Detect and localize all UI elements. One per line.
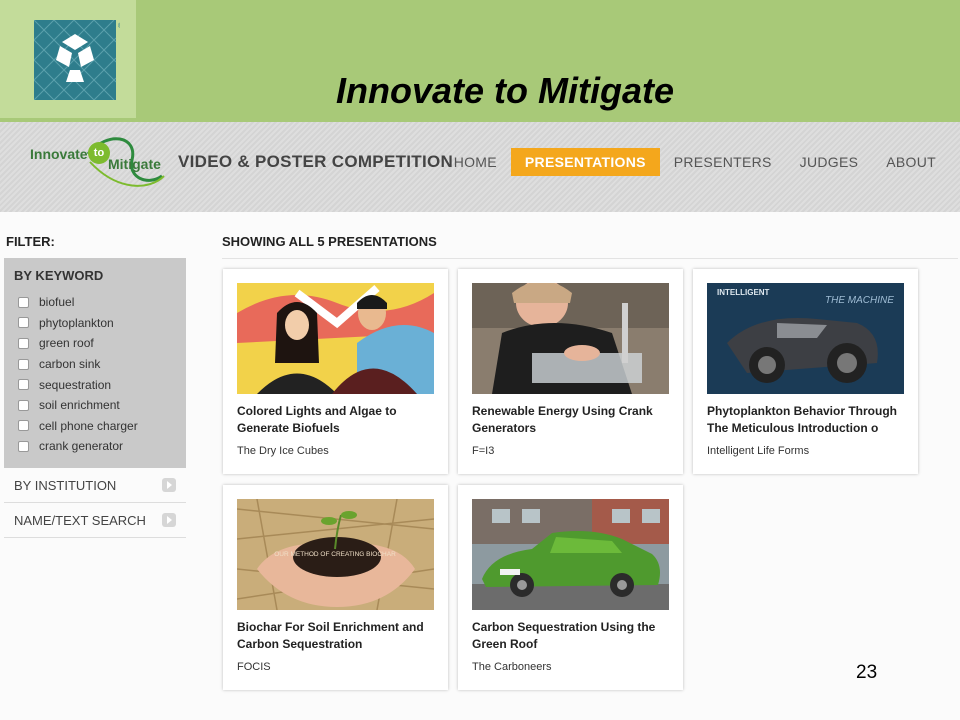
brand-innovate-text: Innovate — [30, 146, 88, 162]
main-nav: HOME PRESENTATIONS PRESENTERS JUDGES ABO… — [440, 148, 950, 176]
keyword-filter-panel: BY KEYWORD biofuel phytoplankton green r… — [4, 258, 186, 468]
page-content: FILTER: BY KEYWORD biofuel phytoplankton… — [0, 212, 960, 720]
keyword-filter-title: BY KEYWORD — [14, 268, 104, 283]
card-team: FOCIS — [237, 661, 271, 673]
keyword-item[interactable]: green roof — [18, 333, 138, 354]
keyword-item[interactable]: soil enrichment — [18, 395, 138, 416]
card-team: The Dry Ice Cubes — [237, 445, 329, 457]
divider — [222, 258, 958, 259]
nav-home[interactable]: HOME — [440, 148, 511, 176]
name-text-search-label: NAME/TEXT SEARCH — [14, 513, 146, 528]
video-thumbnail[interactable] — [472, 283, 669, 394]
video-thumbnail[interactable] — [237, 283, 434, 394]
keyword-label: crank generator — [39, 439, 124, 454]
keyword-checkbox[interactable] — [18, 358, 29, 370]
results-heading: SHOWING ALL 5 PRESENTATIONS — [222, 234, 437, 249]
keyword-checkbox[interactable] — [18, 296, 29, 308]
keyword-label: phytoplankton — [39, 315, 114, 330]
card-team: Intelligent Life Forms — [707, 445, 810, 457]
presentation-card[interactable]: OUR METHOD OF CREATING BIOCHAR Biochar F… — [223, 485, 448, 690]
card-title[interactable]: Colored Lights and Algae to Generate Bio… — [237, 403, 442, 437]
video-thumbnail[interactable]: INTELLIGENT THE MACHINE — [707, 283, 904, 394]
thumbnail-caption: OUR METHOD OF CREATING BIOCHAR — [274, 551, 396, 558]
video-thumbnail[interactable] — [472, 499, 669, 610]
keyword-item[interactable]: phytoplankton — [18, 313, 138, 334]
keyword-checkbox[interactable] — [18, 337, 29, 349]
card-team: The Carboneers — [472, 661, 552, 673]
nav-presenters[interactable]: PRESENTERS — [660, 148, 786, 176]
brand-mitigate-text: Mitigate — [108, 156, 161, 172]
keyword-item[interactable]: sequestration — [18, 374, 138, 395]
keyword-checkbox[interactable] — [18, 440, 29, 452]
expand-arrow-icon[interactable] — [162, 478, 176, 492]
by-institution-toggle[interactable]: BY INSTITUTION — [4, 468, 186, 503]
brand-to-badge: to — [88, 142, 110, 164]
presentation-card[interactable]: INTELLIGENT THE MACHINE Phytoplankton Be… — [693, 269, 918, 474]
keyword-label: carbon sink — [39, 357, 101, 372]
competition-title: VIDEO & POSTER COMPETITION — [178, 152, 454, 171]
expand-arrow-icon[interactable] — [162, 513, 176, 527]
keyword-checkbox[interactable] — [18, 399, 29, 411]
keyword-checkbox[interactable] — [18, 379, 29, 391]
keyword-item[interactable]: cell phone charger — [18, 416, 138, 437]
video-thumbnail[interactable]: OUR METHOD OF CREATING BIOCHAR — [237, 499, 434, 610]
card-team: F=I3 — [472, 445, 495, 457]
thumbnail-text: THE MACHINE — [825, 295, 894, 306]
keyword-label: biofuel — [39, 295, 75, 310]
keyword-label: cell phone charger — [39, 418, 138, 433]
svg-text:®: ® — [118, 22, 120, 30]
name-text-search-toggle[interactable]: NAME/TEXT SEARCH — [4, 503, 186, 538]
presentation-card[interactable]: Carbon Sequestration Using the Green Roo… — [458, 485, 683, 690]
nav-judges[interactable]: JUDGES — [786, 148, 873, 176]
keyword-checkbox[interactable] — [18, 317, 29, 329]
site-header: Innovate to Mitigate VIDEO & POSTER COMP… — [0, 122, 960, 212]
keyword-list: biofuel phytoplankton green roof carbon … — [18, 292, 138, 457]
keyword-item[interactable]: biofuel — [18, 292, 138, 313]
presentation-card[interactable]: Renewable Energy Using Crank Generators … — [458, 269, 683, 474]
card-title[interactable]: Phytoplankton Behavior Through The Metic… — [707, 403, 912, 437]
keyword-item[interactable]: carbon sink — [18, 354, 138, 375]
card-title[interactable]: Carbon Sequestration Using the Green Roo… — [472, 619, 677, 653]
presentation-card[interactable]: Colored Lights and Algae to Generate Bio… — [223, 269, 448, 474]
keyword-item[interactable]: crank generator — [18, 436, 138, 457]
slide-header: ® Innovate to Mitigate — [0, 0, 960, 122]
filter-label: FILTER: — [6, 234, 55, 249]
card-title[interactable]: Biochar For Soil Enrichment and Carbon S… — [237, 619, 442, 653]
slide-page-number: 23 — [856, 662, 878, 683]
nav-about[interactable]: ABOUT — [872, 148, 950, 176]
keyword-label: sequestration — [39, 377, 112, 392]
keyword-checkbox[interactable] — [18, 420, 29, 432]
keyword-label: green roof — [39, 336, 94, 351]
thumbnail-text: INTELLIGENT — [717, 288, 770, 297]
keyword-label: soil enrichment — [39, 398, 120, 413]
card-title[interactable]: Renewable Energy Using Crank Generators — [472, 403, 677, 437]
nav-presentations[interactable]: PRESENTATIONS — [510, 148, 660, 176]
by-institution-label: BY INSTITUTION — [14, 478, 117, 493]
slide-title: Innovate to Mitigate — [335, 70, 674, 111]
